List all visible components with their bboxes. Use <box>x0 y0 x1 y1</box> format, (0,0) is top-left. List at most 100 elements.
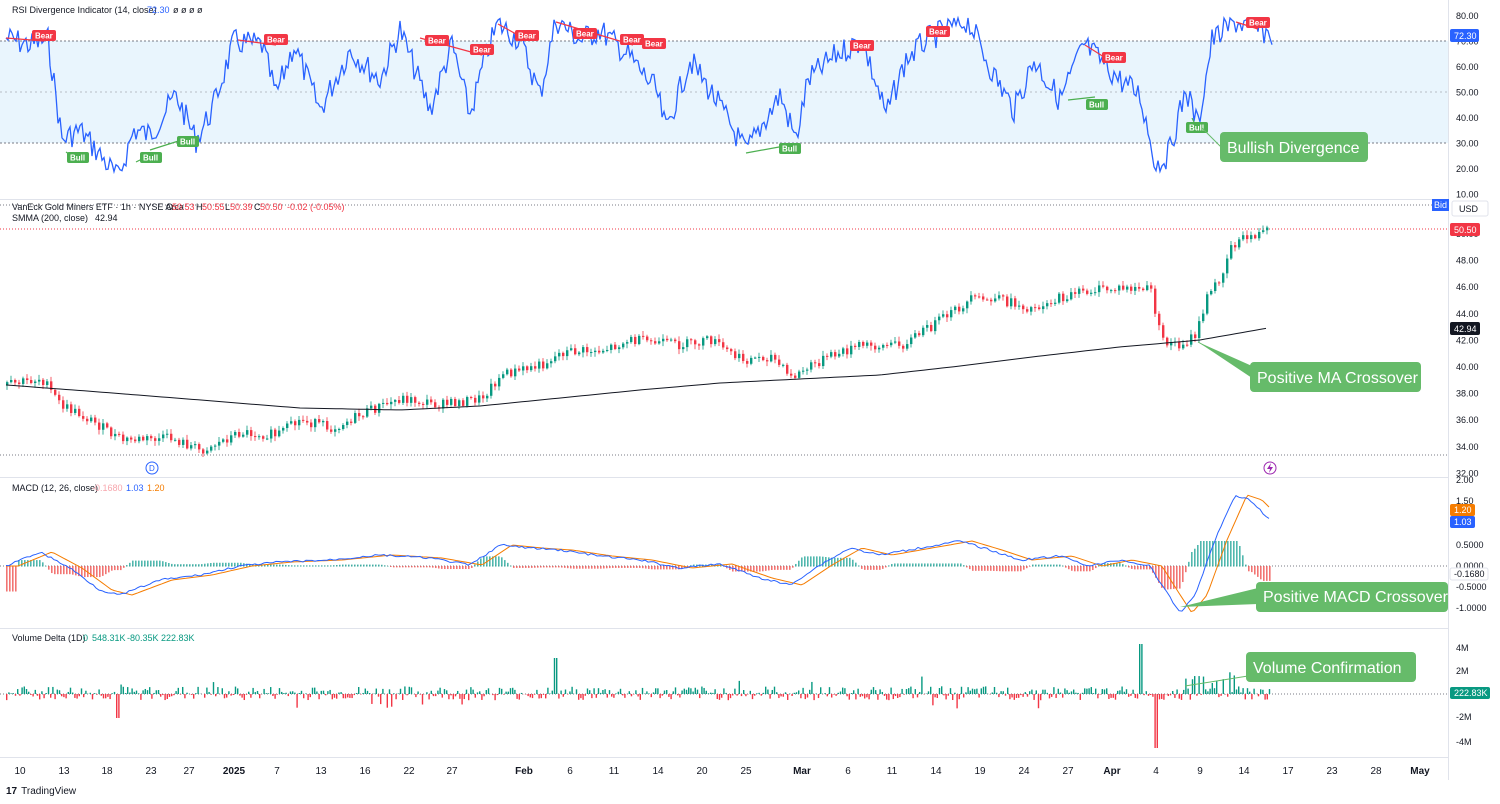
macd-histogram-bar <box>1074 566 1076 572</box>
time-axis[interactable]: 10 13 18 23 27 2025 7 13 16 22 27 Feb 6 11 14 20 25 Mar 6 1… <box>14 766 1430 777</box>
rsi-pane[interactable]: Bear Bear Bear Bear Bear Bear Bear Bear Bear Bear… <box>0 5 1479 200</box>
bear-tag-text: Bear <box>518 32 536 41</box>
candle-body <box>1046 303 1049 307</box>
lightning-icon[interactable] <box>1263 461 1277 475</box>
candle-body <box>1218 282 1221 284</box>
macd-histogram-bar <box>1266 566 1268 581</box>
candle-body <box>142 436 145 441</box>
volume-delta-bar <box>331 694 333 700</box>
volume-delta-bar <box>94 693 96 694</box>
volume-delta-bar <box>1077 692 1079 694</box>
volume-delta-bar <box>1106 688 1108 694</box>
macd-histogram-bar <box>1038 564 1040 567</box>
candle-body <box>886 344 889 346</box>
volume-delta-bar <box>908 688 910 694</box>
volume-delta-bar <box>204 694 206 698</box>
candle-body <box>578 352 581 355</box>
macd-histogram-bar <box>285 564 287 567</box>
price-ohlc: O 50.53 H 50.55 L 50.39 C 50.50 -0.02 (-… <box>166 202 345 212</box>
volume-delta-bar <box>776 692 778 694</box>
volume-delta-bar <box>725 692 727 694</box>
candle-body <box>566 350 569 357</box>
candle-body <box>506 369 509 375</box>
macd-histogram-bar <box>960 563 962 567</box>
y-tick-label: 2.00 <box>1456 475 1474 485</box>
volume-delta-bar <box>245 694 248 695</box>
macd-histogram-bar <box>657 566 659 570</box>
candle-body <box>126 437 129 442</box>
volume-v3: 222.83K <box>161 633 195 643</box>
volume-delta-bar <box>910 686 912 694</box>
candle-body <box>1022 305 1025 310</box>
volume-delta-bar <box>1044 689 1046 694</box>
bear-tag-text: Bear <box>267 36 285 45</box>
macd-histogram-bar <box>756 566 758 572</box>
price-pane[interactable]: VanEck Gold Miners ETF · 1h · NYSE Arca … <box>0 199 1489 478</box>
candle-body <box>1074 292 1077 294</box>
volume-delta-bar <box>870 689 872 694</box>
volume-delta-bar <box>949 688 952 694</box>
candle-body <box>14 380 17 383</box>
y-tick-label: 20.00 <box>1456 164 1479 174</box>
price-y-axis[interactable]: 50.0048.0046.0044.0042.0040.0038.0036.00… <box>1456 229 1479 478</box>
candle-body <box>390 401 393 405</box>
candle-body <box>550 361 553 364</box>
volume-delta-bar <box>193 694 195 699</box>
candle-body <box>970 295 973 302</box>
x-tick-label: May <box>1410 766 1430 777</box>
candle-body <box>62 400 65 409</box>
volume-delta-bar <box>100 694 102 696</box>
macd-histogram-bar <box>531 566 533 568</box>
volume-delta-bar <box>430 690 432 694</box>
volume-delta-bar <box>10 693 12 694</box>
volume-delta-bar <box>1156 694 1158 748</box>
volume-delta-bar <box>701 686 703 694</box>
volume-delta-bar <box>1007 687 1009 694</box>
volume-delta-bar <box>241 694 243 698</box>
dividend-marker[interactable]: D <box>145 461 159 475</box>
volume-delta-bar <box>765 686 767 694</box>
volume-pane[interactable]: Volume Delta (1D) 0 548.31K -80.35K 222.… <box>0 633 1490 748</box>
y-tick-label: 40.00 <box>1456 362 1479 372</box>
volume-delta-bar <box>1216 680 1218 694</box>
bear-tag-text: Bear <box>853 42 871 51</box>
tradingview-logo[interactable]: 17 TradingView <box>6 786 76 797</box>
volume-delta-bar <box>1187 688 1189 694</box>
macd-histogram-bar <box>870 566 872 570</box>
macd-histogram-bar <box>897 563 899 567</box>
volume-delta-bar <box>476 692 479 694</box>
candle-body <box>642 335 645 337</box>
candle-body <box>738 353 741 359</box>
macd-histogram-bar <box>1191 552 1193 567</box>
currency-button[interactable]: USD <box>1451 200 1489 217</box>
volume-delta-bar <box>1103 689 1106 694</box>
volume-delta-bar <box>624 694 626 698</box>
bull-tag-text: Bull <box>1189 124 1204 133</box>
chart-canvas[interactable]: Bear Bear Bear Bear Bear Bear Bear Bear Bear Bear… <box>0 0 1500 804</box>
macd-histogram-bar <box>96 566 98 578</box>
candle-body <box>430 399 433 403</box>
candle-body <box>1246 235 1249 240</box>
macd-histogram-bar <box>219 562 221 567</box>
macd-pane[interactable]: MACD (12, 26, close) -0.1680 1.03 1.20 P… <box>0 475 1489 613</box>
volume-delta-bar <box>837 692 839 694</box>
macd-histogram-bar <box>207 563 209 567</box>
macd-y-axis[interactable]: 2.001.500.50000.0000-0.5000-1.0000 <box>1456 475 1487 613</box>
volume-delta-bar <box>34 689 36 694</box>
candle-body <box>1222 273 1225 283</box>
price-candles <box>6 225 1269 458</box>
macd-histogram-bar <box>435 566 437 569</box>
candle-body <box>1050 303 1053 305</box>
candle-body <box>258 436 261 438</box>
bull-tag-text: Bull <box>782 145 797 154</box>
volume-delta-bar <box>551 690 553 694</box>
candle-body <box>954 306 957 311</box>
volume-delta-bar <box>723 688 725 694</box>
candle-body <box>494 383 497 387</box>
volume-delta-bar <box>947 694 949 696</box>
macd-histogram-bar <box>918 563 920 567</box>
macd-histogram-bar <box>138 560 140 567</box>
volume-delta-bar <box>833 694 835 695</box>
macd-histogram-bar <box>369 564 371 567</box>
volume-delta-bar <box>652 692 655 694</box>
